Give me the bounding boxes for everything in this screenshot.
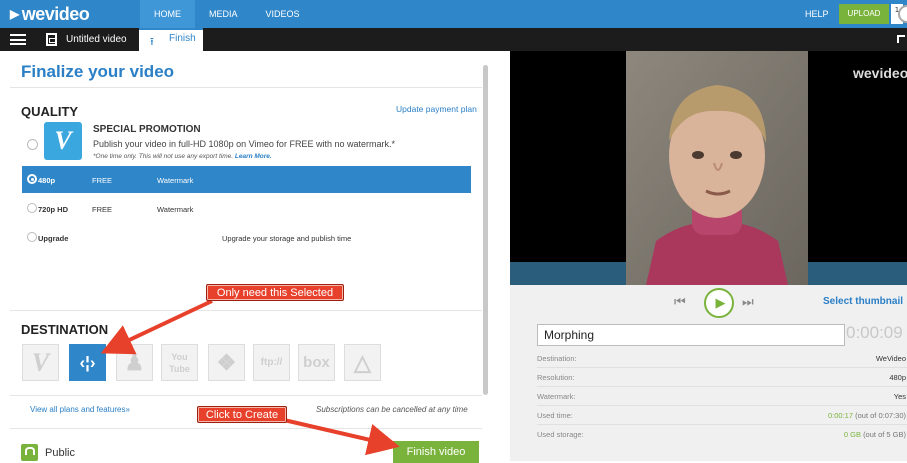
destination-wevideo-icon[interactable]: ‹¦› bbox=[69, 344, 106, 381]
option-name: 720p HD bbox=[38, 205, 69, 214]
promo-description: Publish your video in full-HD 1080p on V… bbox=[93, 139, 395, 149]
page-title: Finalize your video bbox=[21, 62, 175, 81]
destination-box-icon[interactable]: box bbox=[298, 344, 335, 381]
main-nav: HOME MEDIA VIDEOS bbox=[140, 0, 314, 28]
option-extra: Watermark bbox=[157, 176, 194, 185]
radio-480p[interactable] bbox=[27, 174, 37, 184]
radio-720p[interactable] bbox=[27, 203, 37, 213]
divider bbox=[10, 87, 482, 88]
nav-media[interactable]: MEDIA bbox=[195, 0, 252, 28]
quality-option-upgrade[interactable]: Upgrade Upgrade your storage and publish… bbox=[22, 224, 471, 251]
option-name: 480p bbox=[38, 176, 56, 185]
lock-icon[interactable] bbox=[21, 444, 38, 461]
tab-finish-label: Finish bbox=[169, 33, 196, 44]
visibility-label[interactable]: Public bbox=[45, 447, 75, 459]
detail-used-storage: Used storage: 0 GB (out of 5 GB) bbox=[537, 430, 906, 439]
callout-click-to-create: Click to Create bbox=[197, 406, 287, 423]
destination-ftp-icon[interactable]: ftp:// bbox=[253, 344, 290, 381]
hamburger-menu-icon[interactable] bbox=[10, 34, 26, 45]
subscriptions-note: Subscriptions can be cancelled at any ti… bbox=[316, 405, 468, 414]
play-logo-icon: ▶ bbox=[10, 7, 19, 21]
vimeo-logo-icon: V bbox=[44, 122, 82, 160]
preview-panel: wevideo ⏮ ▶ ⏭ Select thumbnail 0:00:09 D… bbox=[510, 51, 907, 461]
nav-home[interactable]: HOME bbox=[140, 0, 195, 28]
boy-portrait-image bbox=[626, 51, 808, 285]
option-name: Upgrade bbox=[38, 234, 69, 243]
option-price: FREE bbox=[92, 176, 113, 185]
quality-option-480p[interactable]: 480p FREE Watermark bbox=[22, 166, 471, 193]
playback-controls: ⏮ ▶ ⏭ Select thumbnail bbox=[510, 285, 907, 323]
video-title[interactable]: Untitled video bbox=[66, 28, 127, 51]
detail-watermark: Watermark: Yes bbox=[537, 387, 907, 406]
video-name-input[interactable] bbox=[537, 324, 845, 346]
duration-readout: 0:00:09 bbox=[846, 323, 903, 342]
option-price: FREE bbox=[92, 205, 113, 214]
video-frame-image bbox=[626, 51, 808, 285]
quality-option-720p[interactable]: 720p HD FREE Watermark bbox=[22, 195, 471, 222]
destination-dropbox-icon[interactable]: ♟ bbox=[116, 344, 153, 381]
editor-toolbar: Untitled video ⭱ Finish bbox=[0, 28, 907, 51]
view-all-plans-link[interactable]: View all plans and features» bbox=[30, 405, 130, 414]
destination-dropbox2-icon[interactable]: ❖ bbox=[208, 344, 245, 381]
divider bbox=[10, 428, 482, 429]
scrollbar[interactable] bbox=[483, 65, 488, 395]
learn-more-link[interactable]: Learn More. bbox=[235, 153, 272, 160]
help-link[interactable]: HELP bbox=[805, 0, 829, 28]
option-extra: Watermark bbox=[157, 205, 194, 214]
update-payment-link[interactable]: Update payment plan bbox=[396, 104, 477, 114]
select-thumbnail-link[interactable]: Select thumbnail bbox=[823, 296, 903, 307]
promo-radio[interactable] bbox=[27, 139, 38, 150]
nav-videos[interactable]: VIDEOS bbox=[252, 0, 314, 28]
detail-used-time: Used time: 0:00:17 (out of 0:07:30) bbox=[537, 406, 907, 425]
video-info: 0:00:09 Destination: WeVideo Resolution:… bbox=[510, 323, 907, 461]
upload-button[interactable]: UPLOAD bbox=[839, 4, 889, 24]
destination-youtube-icon[interactable]: You Tube bbox=[161, 344, 198, 381]
skip-back-icon[interactable]: ⏮ bbox=[674, 295, 686, 310]
film-icon bbox=[46, 33, 57, 46]
radio-upgrade[interactable] bbox=[27, 232, 37, 242]
destination-heading: DESTINATION bbox=[21, 322, 109, 337]
destination-google-drive-icon[interactable]: △ bbox=[344, 344, 381, 381]
skip-forward-icon[interactable]: ⏭ bbox=[742, 295, 754, 310]
divider bbox=[10, 395, 482, 396]
watermark-logo: wevideo bbox=[853, 65, 907, 81]
detail-resolution: Resolution: 480p bbox=[537, 368, 907, 387]
divider bbox=[10, 310, 482, 311]
top-nav-bar: ▶ wevideo HOME MEDIA VIDEOS HELP UPLOAD 1 bbox=[0, 0, 907, 28]
callout-only-selected: Only need this Selected bbox=[206, 284, 344, 301]
detail-destination: Destination: WeVideo bbox=[537, 349, 907, 368]
wevideo-logo[interactable]: ▶ wevideo bbox=[10, 4, 90, 25]
play-icon[interactable]: ▶ bbox=[704, 288, 734, 318]
upload-arrow-icon: ⭱ bbox=[150, 35, 154, 48]
fullscreen-icon[interactable] bbox=[897, 35, 905, 43]
destination-vimeo-icon[interactable]: V bbox=[22, 344, 59, 381]
tab-finish[interactable]: ⭱ Finish bbox=[139, 28, 203, 51]
option-extra: Upgrade your storage and publish time bbox=[222, 234, 352, 243]
promo-note: *One time only. This will not use any ex… bbox=[93, 153, 272, 160]
promo-title: SPECIAL PROMOTION bbox=[93, 124, 201, 135]
finish-video-button[interactable]: Finish video bbox=[393, 441, 479, 463]
quality-heading: QUALITY bbox=[21, 104, 79, 119]
finalize-panel: Finalize your video QUALITY Update payme… bbox=[0, 51, 490, 463]
